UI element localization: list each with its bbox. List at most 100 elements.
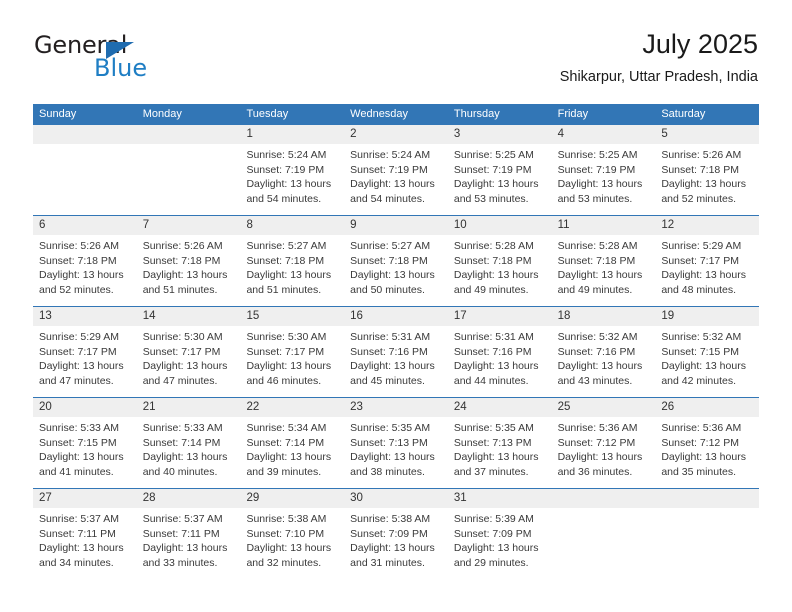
day-cell[interactable]: Sunrise: 5:31 AM Sunset: 7:16 PM Daylight:… [448, 326, 552, 397]
day-number[interactable]: 18 [552, 307, 656, 326]
day-detail-line: Daylight: 13 hours [557, 360, 643, 373]
day-number[interactable]: 21 [137, 398, 241, 417]
day-cell[interactable]: Sunrise: 5:37 AM Sunset: 7:11 PM Daylight:… [137, 508, 241, 579]
day-cell[interactable]: Sunrise: 5:32 AM Sunset: 7:15 PM Daylight:… [655, 326, 759, 397]
day-cell[interactable]: Sunrise: 5:34 AM Sunset: 7:14 PM Daylight:… [240, 417, 344, 488]
day-number[interactable]: 7 [137, 216, 241, 235]
day-number[interactable]: 12 [655, 216, 759, 235]
day-cell-empty [33, 144, 137, 215]
day-cell[interactable]: Sunrise: 5:26 AM Sunset: 7:18 PM Daylight:… [137, 235, 241, 306]
day-number[interactable]: 14 [137, 307, 241, 326]
day-number[interactable]: 6 [33, 216, 137, 235]
day-detail-line: and 43 minutes. [557, 374, 633, 387]
day-detail-line: Daylight: 13 hours [246, 542, 332, 555]
day-cell[interactable]: Sunrise: 5:35 AM Sunset: 7:13 PM Daylight:… [448, 417, 552, 488]
day-cell[interactable]: Sunrise: 5:28 AM Sunset: 7:18 PM Daylight:… [552, 235, 656, 306]
day-cell[interactable]: Sunrise: 5:33 AM Sunset: 7:14 PM Daylight:… [137, 417, 241, 488]
brand-logo[interactable]: General Blue [34, 33, 264, 85]
day-cell[interactable]: Sunrise: 5:26 AM Sunset: 7:18 PM Daylight:… [33, 235, 137, 306]
day-number[interactable]: 29 [240, 489, 344, 508]
day-cell[interactable]: Sunrise: 5:29 AM Sunset: 7:17 PM Daylight:… [33, 326, 137, 397]
day-cell[interactable]: Sunrise: 5:27 AM Sunset: 7:18 PM Daylight:… [344, 235, 448, 306]
day-detail-line: Sunrise: 5:26 AM [661, 149, 742, 161]
day-cell[interactable]: Sunrise: 5:36 AM Sunset: 7:12 PM Daylight:… [552, 417, 656, 488]
day-number[interactable]: 1 [240, 125, 344, 144]
day-number[interactable]: 15 [240, 307, 344, 326]
weekday-header-sunday: Sunday [39, 108, 77, 120]
day-detail-line: and 49 minutes. [557, 283, 633, 296]
day-detail-line: Sunrise: 5:37 AM [142, 513, 223, 525]
weekday-header-row: Sunday Monday Tuesday Wednesday Thursday Frid… [33, 104, 759, 125]
day-detail-line: Sunset: 7:13 PM [453, 436, 532, 449]
day-number[interactable]: 4 [552, 125, 656, 144]
day-number[interactable]: 11 [552, 216, 656, 235]
day-number[interactable]: 10 [448, 216, 552, 235]
day-detail-line: Sunset: 7:19 PM [246, 163, 325, 176]
day-number[interactable]: 9 [344, 216, 448, 235]
weekday-header-thursday: Thursday [453, 108, 500, 120]
day-detail-line: Sunset: 7:18 PM [350, 254, 428, 267]
day-number[interactable]: 13 [33, 307, 137, 326]
day-cell[interactable]: Sunrise: 5:32 AM Sunset: 7:16 PM Daylight:… [552, 326, 656, 397]
day-cell[interactable]: Sunrise: 5:30 AM Sunset: 7:17 PM Daylight:… [240, 326, 344, 397]
day-detail-line: Daylight: 13 hours [142, 542, 228, 555]
day-number[interactable]: 20 [33, 398, 137, 417]
day-number[interactable]: 26 [655, 398, 759, 417]
page-title: July 2025 [642, 29, 758, 59]
day-cell[interactable]: Sunrise: 5:35 AM Sunset: 7:13 PM Daylight:… [344, 417, 448, 488]
day-detail-line: Sunrise: 5:35 AM [350, 422, 431, 434]
day-detail-line: and 33 minutes. [142, 556, 218, 569]
day-number[interactable]: 5 [655, 125, 759, 144]
day-number[interactable]: 8 [240, 216, 344, 235]
day-cell[interactable]: Sunrise: 5:26 AM Sunset: 7:18 PM Daylight:… [655, 144, 759, 215]
day-number[interactable]: 24 [448, 398, 552, 417]
day-cell[interactable]: Sunrise: 5:37 AM Sunset: 7:11 PM Daylight:… [33, 508, 137, 579]
day-number[interactable]: 30 [344, 489, 448, 508]
calendar-grid: Sunday Monday Tuesday Wednesday Thursday Frid… [33, 104, 759, 579]
day-cell[interactable]: Sunrise: 5:25 AM Sunset: 7:19 PM Daylight:… [552, 144, 656, 215]
day-detail-line: Sunrise: 5:28 AM [557, 240, 638, 252]
day-cell[interactable]: Sunrise: 5:36 AM Sunset: 7:12 PM Daylight:… [655, 417, 759, 488]
day-cell[interactable]: Sunrise: 5:28 AM Sunset: 7:18 PM Daylight:… [448, 235, 552, 306]
day-detail-line: and 36 minutes. [557, 465, 633, 478]
day-number[interactable]: 23 [344, 398, 448, 417]
day-number[interactable]: 3 [448, 125, 552, 144]
week-detail-row: Sunrise: 5:26 AM Sunset: 7:18 PM Daylight:… [33, 235, 759, 306]
day-detail-line: and 51 minutes. [142, 283, 218, 296]
day-cell[interactable]: Sunrise: 5:38 AM Sunset: 7:09 PM Daylight:… [344, 508, 448, 579]
day-number[interactable]: 2 [344, 125, 448, 144]
day-number[interactable]: 19 [655, 307, 759, 326]
day-detail-line: Daylight: 13 hours [557, 451, 643, 464]
day-detail-line: Daylight: 13 hours [350, 178, 435, 191]
day-detail-line: Sunset: 7:13 PM [350, 436, 428, 449]
day-cell[interactable]: Sunrise: 5:24 AM Sunset: 7:19 PM Daylight:… [240, 144, 344, 215]
day-detail-line: Daylight: 13 hours [453, 269, 539, 282]
day-cell[interactable]: Sunrise: 5:30 AM Sunset: 7:17 PM Daylight:… [137, 326, 241, 397]
day-cell[interactable]: Sunrise: 5:33 AM Sunset: 7:15 PM Daylight:… [33, 417, 137, 488]
day-detail-line: Daylight: 13 hours [661, 178, 746, 191]
day-cell[interactable]: Sunrise: 5:27 AM Sunset: 7:18 PM Daylight:… [240, 235, 344, 306]
day-cell[interactable]: Sunrise: 5:31 AM Sunset: 7:16 PM Daylight:… [344, 326, 448, 397]
day-cell[interactable]: Sunrise: 5:25 AM Sunset: 7:19 PM Daylight:… [448, 144, 552, 215]
day-detail-line: Sunrise: 5:37 AM [39, 513, 119, 525]
day-detail-line: Sunset: 7:09 PM [350, 527, 428, 540]
day-cell[interactable]: Sunrise: 5:29 AM Sunset: 7:17 PM Daylight:… [655, 235, 759, 306]
day-detail-line: Daylight: 13 hours [557, 269, 643, 282]
day-cell[interactable]: Sunrise: 5:39 AM Sunset: 7:09 PM Daylight:… [448, 508, 552, 579]
day-number[interactable]: 22 [240, 398, 344, 417]
day-number[interactable]: 17 [448, 307, 552, 326]
day-detail-line: and 29 minutes. [453, 556, 529, 569]
day-detail-line: Sunset: 7:16 PM [557, 345, 636, 358]
day-detail-line: Daylight: 13 hours [39, 542, 124, 555]
day-detail-line: Sunrise: 5:35 AM [453, 422, 534, 434]
day-cell[interactable]: Sunrise: 5:38 AM Sunset: 7:10 PM Daylight:… [240, 508, 344, 579]
day-number[interactable]: 25 [552, 398, 656, 417]
day-number[interactable]: 31 [448, 489, 552, 508]
weekday-header-friday: Friday [557, 108, 589, 120]
day-number[interactable]: 28 [137, 489, 241, 508]
day-cell[interactable]: Sunrise: 5:24 AM Sunset: 7:19 PM Daylight:… [344, 144, 448, 215]
day-detail-line: and 49 minutes. [453, 283, 529, 296]
day-detail-line: Sunrise: 5:31 AM [453, 331, 534, 343]
day-number[interactable]: 16 [344, 307, 448, 326]
day-number[interactable]: 27 [33, 489, 137, 508]
